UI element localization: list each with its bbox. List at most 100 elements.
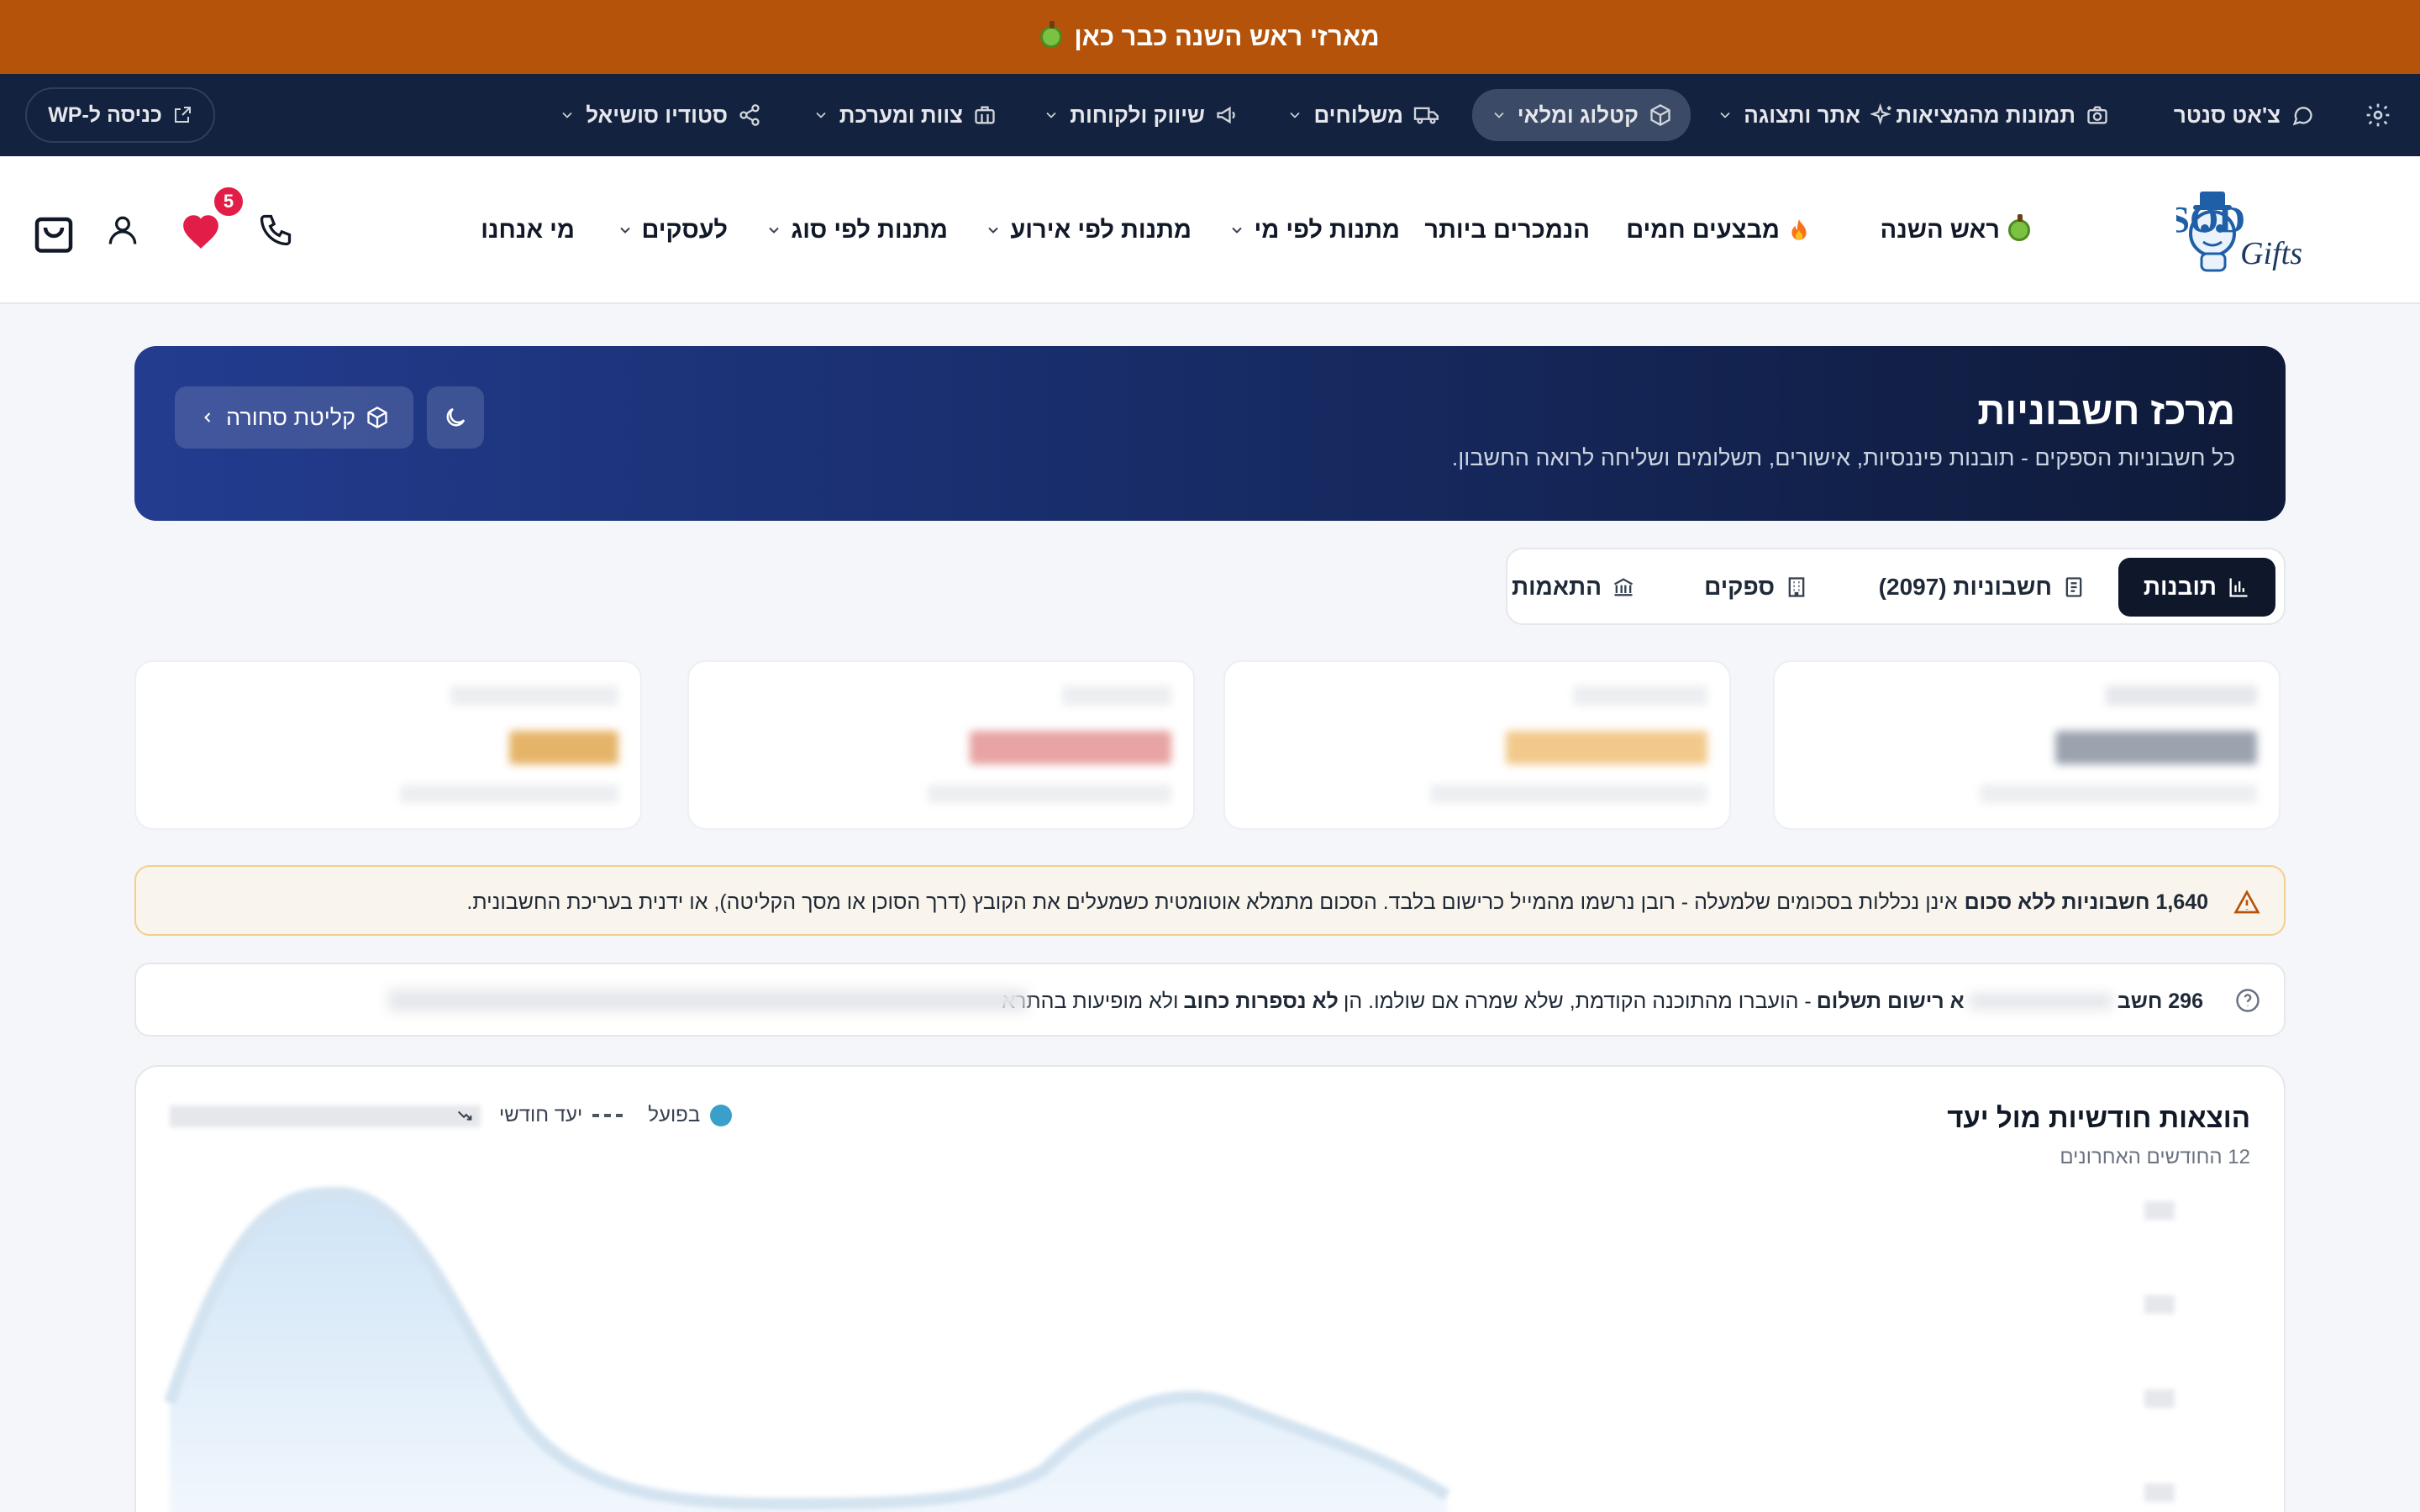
truck-icon xyxy=(1413,107,1439,124)
promo-bar[interactable]: מארזי ראש השנה כבר כאן xyxy=(0,0,2420,74)
chevron-down-icon xyxy=(816,112,826,118)
chevron-down-icon xyxy=(619,227,630,234)
legacy-invoices-notice: 296 חשב א רישום תשלום - הועברו מהתוכנה ה… xyxy=(134,963,2286,1037)
admin-item-shipping[interactable]: משלוחים xyxy=(1286,74,1440,156)
chat-bubble-icon xyxy=(2292,107,2312,126)
receive-goods-button[interactable]: קליטת סחורה xyxy=(175,386,413,449)
actual-area xyxy=(170,1193,1447,1512)
tab-invoices[interactable]: חשבוניות (2097) xyxy=(1854,558,2111,617)
help-circle-icon xyxy=(2235,988,2260,1013)
invoice-tabs: תובנות חשבוניות (2097) ספקים התאמות xyxy=(1506,548,2286,625)
admin-item-reality-photos[interactable]: תמונות מהמציאות xyxy=(1896,74,2109,156)
briefcase-icon xyxy=(975,106,995,124)
warning-count: 1,640 חשבוניות ללא סכום xyxy=(1964,890,2208,914)
admin-item-team-system[interactable]: צוות ומערכת xyxy=(813,74,997,156)
chevron-down-icon xyxy=(1290,112,1301,118)
actual-dot-icon xyxy=(710,1105,733,1126)
chart-legend: בפועל יעד חודשי xyxy=(455,1104,733,1127)
trend-arrow-icon xyxy=(455,1106,474,1125)
apple-icon xyxy=(2008,214,2030,241)
svg-text:Gifts: Gifts xyxy=(2240,236,2302,271)
box-icon xyxy=(367,406,387,429)
nav-item-gifts-by-event[interactable]: מתנות לפי אירוע xyxy=(985,156,1192,304)
hasod-gifts-logo: HASOD Gifts xyxy=(2176,192,2302,272)
nav-item-about-us[interactable]: מי אנחנו xyxy=(481,156,575,304)
main-nav: HASOD Gifts ראש השנה מבצעים חמים הנמכרים… xyxy=(0,156,2420,304)
shopping-bag-icon[interactable] xyxy=(29,207,79,257)
page-subtitle: כל חשבוניות הספקים - תובנות פיננסיות, אי… xyxy=(1451,445,2235,470)
admin-item-chat-center[interactable]: צ'אט סנטר xyxy=(2174,74,2314,156)
stat-card xyxy=(1773,660,2281,830)
legend-actual[interactable]: בפועל xyxy=(648,1104,733,1127)
document-icon xyxy=(2065,577,2082,597)
warning-triangle-icon xyxy=(2233,889,2260,916)
heart-icon[interactable] xyxy=(180,212,222,250)
y-tick-label xyxy=(2144,1389,2175,1408)
stat-card xyxy=(1223,660,1731,830)
nav-item-rosh-hashana[interactable]: ראש השנה xyxy=(1881,156,2030,304)
dark-mode-toggle[interactable] xyxy=(427,386,484,449)
tab-reconciliations[interactable]: התאמות xyxy=(1486,558,1660,617)
bar-chart-icon xyxy=(2229,578,2248,597)
dashed-line-icon xyxy=(592,1114,623,1117)
chevron-down-icon xyxy=(562,112,572,118)
legend-target[interactable]: יעד חודשי xyxy=(499,1104,623,1127)
page-title: מרכז חשבוניות xyxy=(1977,389,2235,433)
invoice-center-header: מרכז חשבוניות כל חשבוניות הספקים - תובנו… xyxy=(134,346,2286,521)
fire-icon xyxy=(1791,219,1807,240)
admin-bar: צ'אט סנטר תמונות מהמציאות אתר ותצוגה קטל… xyxy=(0,74,2420,156)
box-icon xyxy=(1650,103,1670,127)
apple-icon xyxy=(1040,21,1063,48)
chevron-down-icon xyxy=(988,227,999,234)
tab-suppliers[interactable]: ספקים xyxy=(1679,558,1833,617)
info-count: 296 חשב xyxy=(2117,989,2203,1013)
chevron-down-icon xyxy=(1494,112,1504,118)
chevron-down-icon xyxy=(769,227,780,234)
stat-card xyxy=(134,660,642,830)
admin-item-catalog-inventory[interactable]: קטלוג ומלאי xyxy=(1471,89,1691,141)
phone-icon[interactable] xyxy=(257,212,294,249)
wp-login-button[interactable]: כניסה ל-WP xyxy=(25,87,215,143)
nav-item-gifts-by-who[interactable]: מתנות לפי מי xyxy=(1228,156,1400,304)
admin-item-social-studio[interactable]: סטודיו סושיאל xyxy=(559,74,761,156)
user-icon[interactable] xyxy=(104,212,141,249)
admin-item-marketing-customers[interactable]: שיווק ולקוחות xyxy=(1043,74,1239,156)
promo-text: מארזי ראש השנה כבר כאן xyxy=(1074,22,1380,51)
y-tick-label xyxy=(2144,1483,2175,1502)
share-icon xyxy=(739,104,760,126)
camera-icon xyxy=(2087,106,2107,124)
admin-item-site-display[interactable]: אתר ותצוגה xyxy=(1717,74,1894,156)
info-bold-1: א רישום תשלום xyxy=(1816,989,1965,1013)
chevron-down-icon xyxy=(1046,112,1056,118)
svg-text:HASOD: HASOD xyxy=(2176,199,2245,240)
tab-insights[interactable]: תובנות xyxy=(2118,558,2275,617)
gear-icon[interactable] xyxy=(2365,102,2391,129)
chevron-down-icon xyxy=(1720,112,1730,118)
nav-item-business[interactable]: לעסקים xyxy=(617,156,728,304)
moon-icon xyxy=(446,407,466,427)
info-text-1: - הועברו מהתוכנה הקודמת, שלא שמרה אם שול… xyxy=(1343,989,1812,1013)
chart-title: הוצאות חודשיות מול יעד xyxy=(1947,1102,2250,1133)
external-link-icon xyxy=(174,107,191,123)
chart-subtitle: 12 החודשים האחרונים xyxy=(2060,1146,2250,1168)
bank-icon xyxy=(1613,578,1634,596)
nav-item-best-sellers[interactable]: הנמכרים ביותר xyxy=(1424,156,1590,304)
missing-amount-warning: 1,640 חשבוניות ללא סכום אינן נכללות בסכו… xyxy=(134,865,2286,936)
nav-item-gifts-by-type[interactable]: מתנות לפי סוג xyxy=(765,156,948,304)
monthly-expenses-chart: הוצאות חודשיות מול יעד 12 החודשים האחרונ… xyxy=(134,1065,2286,1512)
info-bold-2: לא נספרות כחוב xyxy=(1183,989,1339,1013)
chevron-left-icon xyxy=(204,412,211,423)
y-tick-label xyxy=(2144,1201,2175,1220)
warning-text: אינן נכללות בסכומים שלמעלה - רובן נרשמו … xyxy=(466,890,1958,914)
chevron-down-icon xyxy=(1232,227,1243,234)
logo[interactable]: HASOD Gifts xyxy=(2176,186,2391,276)
sparkles-icon xyxy=(1870,103,1891,125)
megaphone-icon xyxy=(1217,106,1235,124)
legend-extra xyxy=(170,1105,481,1127)
wishlist-count-badge: 5 xyxy=(212,185,245,218)
y-tick-label xyxy=(2144,1295,2175,1314)
nav-item-hot-deals[interactable]: מבצעים חמים xyxy=(1626,156,1810,304)
building-icon xyxy=(1788,577,1805,597)
stat-card xyxy=(687,660,1195,830)
info-text-2: ולא מופיעות בהתרא xyxy=(1002,989,1179,1013)
